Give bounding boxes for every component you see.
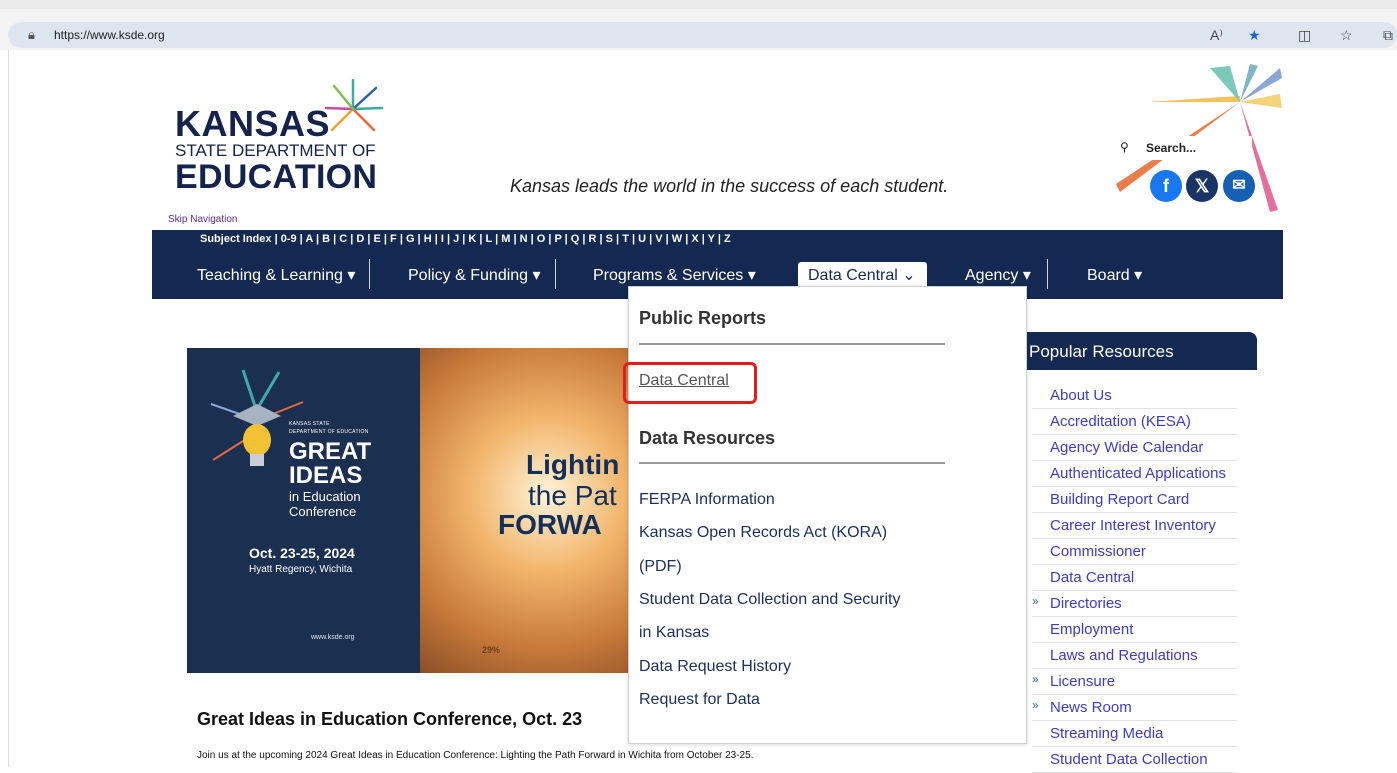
menu-policy-funding[interactable]: Policy & Funding ▾ xyxy=(408,265,541,285)
hero-agency-line1: KANSAS STATE xyxy=(289,421,330,427)
kora-link-pdf[interactable]: (PDF) xyxy=(639,558,682,576)
favorites-icon[interactable]: ☆ xyxy=(1340,27,1353,44)
logo-star-icon xyxy=(324,78,384,132)
hero-ideas-text: IDEAS xyxy=(289,462,363,489)
popular-resource-item[interactable]: Data Central xyxy=(1032,565,1237,591)
popular-resource-item[interactable]: Streaming Media xyxy=(1032,721,1237,747)
hero-banner[interactable]: KANSAS STATE DEPARTMENT OF EDUCATION GRE… xyxy=(187,348,632,673)
popular-resource-label: Commissioner xyxy=(1050,543,1146,560)
expand-chevron-icon: » xyxy=(1032,698,1039,712)
hero-in-education: in Education xyxy=(289,489,361,504)
menu-programs-services[interactable]: Programs & Services ▾ xyxy=(593,265,756,285)
article-intro: Join us at the upcoming 2024 Great Ideas… xyxy=(197,750,754,761)
hero-great: GREAT IDEAS xyxy=(289,440,371,488)
hero-conference-text: Conference xyxy=(289,504,357,519)
expand-chevron-icon: » xyxy=(1032,594,1039,608)
student-data-link[interactable]: Student Data Collection and Security xyxy=(639,591,900,609)
browser-toolbar: 🔒︎ https://www.ksde.org A⁾ ★ ◫ ☆ ⧉ xyxy=(0,0,1397,50)
address-bar[interactable] xyxy=(8,22,1397,48)
popular-resource-label: Streaming Media xyxy=(1050,725,1164,742)
ferpa-link[interactable]: FERPA Information xyxy=(639,491,775,509)
menu-divider xyxy=(369,259,370,289)
favorite-star-icon[interactable]: ★ xyxy=(1248,27,1261,44)
popular-resource-label: Student Data Collection xyxy=(1050,751,1208,768)
menu-board[interactable]: Board ▾ xyxy=(1087,265,1142,285)
search-input[interactable]: ⚲ Search... xyxy=(1112,136,1252,160)
dropdown-divider xyxy=(639,462,945,464)
request-for-data-link[interactable]: Request for Data xyxy=(639,691,760,709)
menu-divider xyxy=(1047,259,1048,289)
popular-resource-item[interactable]: Building Report Card xyxy=(1032,487,1237,513)
popular-resources-title: Popular Resources xyxy=(1029,342,1174,361)
popular-resource-item[interactable]: » News Room xyxy=(1032,695,1237,721)
highlight-box xyxy=(623,362,757,404)
popular-resource-item[interactable]: Employment xyxy=(1032,617,1237,643)
public-reports-heading: Public Reports xyxy=(639,308,767,328)
facebook-icon[interactable]: f xyxy=(1150,170,1182,202)
lock-icon[interactable]: 🔒︎ xyxy=(28,27,35,43)
popular-resource-label: Directories xyxy=(1050,595,1122,612)
hero-lighting: Lightin xyxy=(526,449,620,480)
x-twitter-icon[interactable]: 𝕏 xyxy=(1186,170,1218,202)
menu-divider xyxy=(555,259,556,289)
popular-resource-item[interactable]: Accreditation (KESA) xyxy=(1032,409,1237,435)
student-data-link-cont[interactable]: in Kansas xyxy=(639,624,709,642)
split-screen-icon[interactable]: ◫ xyxy=(1298,27,1311,44)
menu-agency[interactable]: Agency ▾ xyxy=(965,265,1031,285)
expand-chevron-icon: » xyxy=(1032,672,1039,686)
popular-resource-item[interactable]: Agency Wide Calendar xyxy=(1032,435,1237,461)
popular-resource-label: Employment xyxy=(1050,621,1134,638)
popular-resource-label: Data Central xyxy=(1050,569,1135,586)
collections-icon[interactable]: ⧉ xyxy=(1383,27,1393,44)
popular-resource-label: Career Interest Inventory xyxy=(1050,517,1216,534)
data-resources-heading: Data Resources xyxy=(639,428,776,448)
hero-great-text: GREAT xyxy=(289,438,372,465)
search-icon[interactable]: ⚲ xyxy=(1120,140,1129,154)
popular-resource-label: About Us xyxy=(1050,387,1112,404)
hero-forward: FORWA xyxy=(498,509,602,540)
search-placeholder: Search... xyxy=(1146,141,1197,155)
hero-percentage: 29% xyxy=(482,645,501,655)
menu-data-central-label: Data Central ⌄ xyxy=(808,267,916,284)
popular-resource-item[interactable]: Student Data Collection xyxy=(1032,747,1237,773)
popular-resource-item[interactable]: » Directories xyxy=(1032,591,1237,617)
popular-resource-item[interactable]: Authenticated Applications xyxy=(1032,461,1237,487)
popular-resource-label: Licensure xyxy=(1050,673,1116,690)
data-central-dropdown: Public Reports Data Central Data Resourc… xyxy=(628,286,1027,744)
logo-education-text: EDUCATION xyxy=(175,158,378,196)
site-tagline: Kansas leads the world in the success of… xyxy=(510,176,949,196)
data-request-history-link[interactable]: Data Request History xyxy=(639,658,791,676)
article-headline[interactable]: Great Ideas in Education Conference, Oct… xyxy=(197,709,582,730)
hero-venue: Hyatt Regency, Wichita xyxy=(249,564,353,575)
popular-resources-header: Popular Resources xyxy=(1027,332,1257,370)
kora-link[interactable]: Kansas Open Records Act (KORA) xyxy=(639,524,887,542)
popular-resource-item[interactable]: » Licensure xyxy=(1032,669,1237,695)
popular-resource-label: Laws and Regulations xyxy=(1050,647,1198,664)
url-text[interactable]: https://www.ksde.org xyxy=(54,28,165,42)
popular-resource-item[interactable]: Career Interest Inventory xyxy=(1032,513,1237,539)
read-aloud-icon[interactable]: A⁾ xyxy=(1210,27,1223,44)
hero-website: www.ksde.org xyxy=(311,634,355,641)
popular-resource-item[interactable]: About Us xyxy=(1032,383,1237,409)
popular-resource-label: Authenticated Applications xyxy=(1050,465,1226,482)
hero-right-panel: Lightin the Pat FORWA 29% xyxy=(420,348,632,673)
menu-teaching-learning[interactable]: Teaching & Learning ▾ xyxy=(197,265,355,285)
popular-resource-label: Building Report Card xyxy=(1050,491,1190,508)
subject-index[interactable]: Subject Index | 0-9 | A | B | C | D | E … xyxy=(200,233,731,245)
popular-resource-label: Agency Wide Calendar xyxy=(1050,439,1204,456)
skip-navigation-link[interactable]: Skip Navigation xyxy=(168,214,237,225)
hero-left-panel: KANSAS STATE DEPARTMENT OF EDUCATION GRE… xyxy=(187,348,420,673)
dropdown-divider xyxy=(639,343,945,345)
hero-date: Oct. 23-25, 2024 xyxy=(249,545,355,561)
email-icon[interactable]: ✉ xyxy=(1223,170,1255,202)
hero-agency-line2: DEPARTMENT OF EDUCATION xyxy=(289,429,369,435)
popular-resource-label: News Room xyxy=(1050,699,1132,716)
popular-resource-label: Accreditation (KESA) xyxy=(1050,413,1191,430)
hero-the-path: the Pat xyxy=(528,480,617,511)
hero-conference: in Education Conference xyxy=(289,489,361,519)
popular-resource-item[interactable]: Commissioner xyxy=(1032,539,1237,565)
popular-resource-item[interactable]: Laws and Regulations xyxy=(1032,643,1237,669)
